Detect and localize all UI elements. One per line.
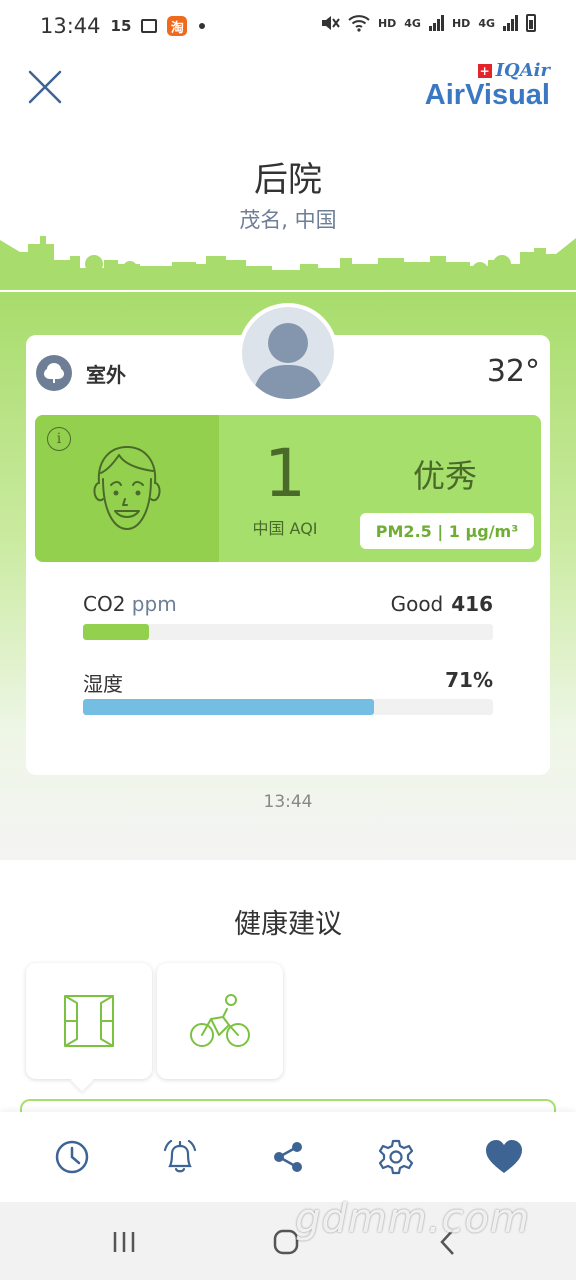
hd-label-1: HD [377, 16, 397, 30]
cycling-icon [190, 994, 250, 1047]
swiss-cross-icon: + [477, 63, 492, 78]
aqi-face-panel: i [35, 415, 219, 562]
mute-icon [321, 16, 340, 30]
share-icon [274, 1142, 302, 1172]
close-icon [28, 70, 62, 104]
aqi-panel[interactable]: i 1 中国 AQI 优秀 PM2.5 | 1 µg/m³ [35, 415, 541, 562]
city-skyline-illustration [0, 236, 576, 290]
location-title: 后院 [254, 160, 322, 200]
gallery-icon [141, 19, 158, 33]
advice-tile-window[interactable] [26, 963, 152, 1079]
humidity-row: 湿度 71% [83, 668, 493, 697]
recent-apps-button[interactable] [104, 1224, 144, 1260]
nav-settings[interactable] [366, 1127, 426, 1187]
favorite-icon [486, 1140, 522, 1173]
nav-history[interactable] [42, 1127, 102, 1187]
recent-apps-icon [113, 1232, 135, 1252]
network-label-1: 4G [404, 16, 421, 30]
temperature: 32° [486, 354, 540, 389]
nav-alarm[interactable] [150, 1127, 210, 1187]
device-avatar[interactable] [238, 303, 338, 403]
hd-label-2: HD [451, 16, 471, 30]
advice-tile-cycling[interactable] [157, 963, 283, 1079]
humidity-bar-fill [83, 699, 375, 715]
co2-status: Good [390, 592, 444, 616]
humidity-label: 湿度 [83, 672, 123, 696]
close-button[interactable] [26, 68, 64, 106]
info-icon[interactable]: i [47, 427, 71, 451]
main-pollutant-badge: PM2.5 | 1 µg/m³ [360, 513, 534, 549]
settings-icon [378, 1139, 414, 1175]
wifi-icon [348, 15, 370, 32]
status-bar: 13:44 15 淘 HD 4G HD 4G [0, 0, 576, 52]
aqi-value: 1 [264, 435, 306, 512]
co2-bar-fill [83, 624, 149, 640]
notification-count: 15 [110, 17, 132, 35]
health-section-title: 健康建议 [234, 909, 342, 940]
watermark: gdmm.com [295, 1196, 530, 1242]
alarm-icon [163, 1139, 197, 1173]
co2-unit: ppm [131, 592, 177, 616]
humidity-value: 71% [445, 668, 493, 692]
happy-face-icon [93, 446, 161, 530]
tree-icon [36, 355, 72, 391]
location-subtitle: 茂名, 中国 [239, 208, 337, 232]
logo-product: AirVisual [424, 79, 550, 111]
source-label: 室外 [86, 362, 126, 387]
taobao-icon: 淘 [167, 16, 188, 36]
update-time: 13:44 [263, 792, 313, 812]
signal-icon [428, 15, 444, 31]
bottom-navigation [0, 1112, 576, 1202]
status-right: HD 4G HD 4G [320, 14, 536, 32]
card-header: 室外 [36, 355, 126, 391]
network-label-2: 4G [478, 16, 495, 30]
co2-bar [83, 624, 493, 640]
history-icon [55, 1140, 89, 1174]
window-icon [64, 995, 114, 1047]
iqair-logo: + IQAir AirVisual [425, 60, 550, 112]
avatar-placeholder-icon [242, 307, 334, 399]
nav-share[interactable] [258, 1127, 318, 1187]
co2-value: 416 [451, 592, 493, 616]
status-time: 13:44 [40, 14, 101, 38]
humidity-bar [83, 699, 493, 715]
aqi-level-label: 优秀 [412, 457, 477, 495]
nav-favorite[interactable] [474, 1127, 534, 1187]
battery-icon [526, 14, 536, 32]
co2-row: CO2 ppm Good 416 [83, 592, 493, 616]
more-notifications-icon [199, 23, 206, 29]
aqi-standard-label: 中国 AQI [252, 519, 318, 538]
signal-icon-2 [503, 15, 518, 31]
logo-brand: IQAir [495, 60, 550, 81]
co2-label: CO2 [83, 592, 126, 616]
